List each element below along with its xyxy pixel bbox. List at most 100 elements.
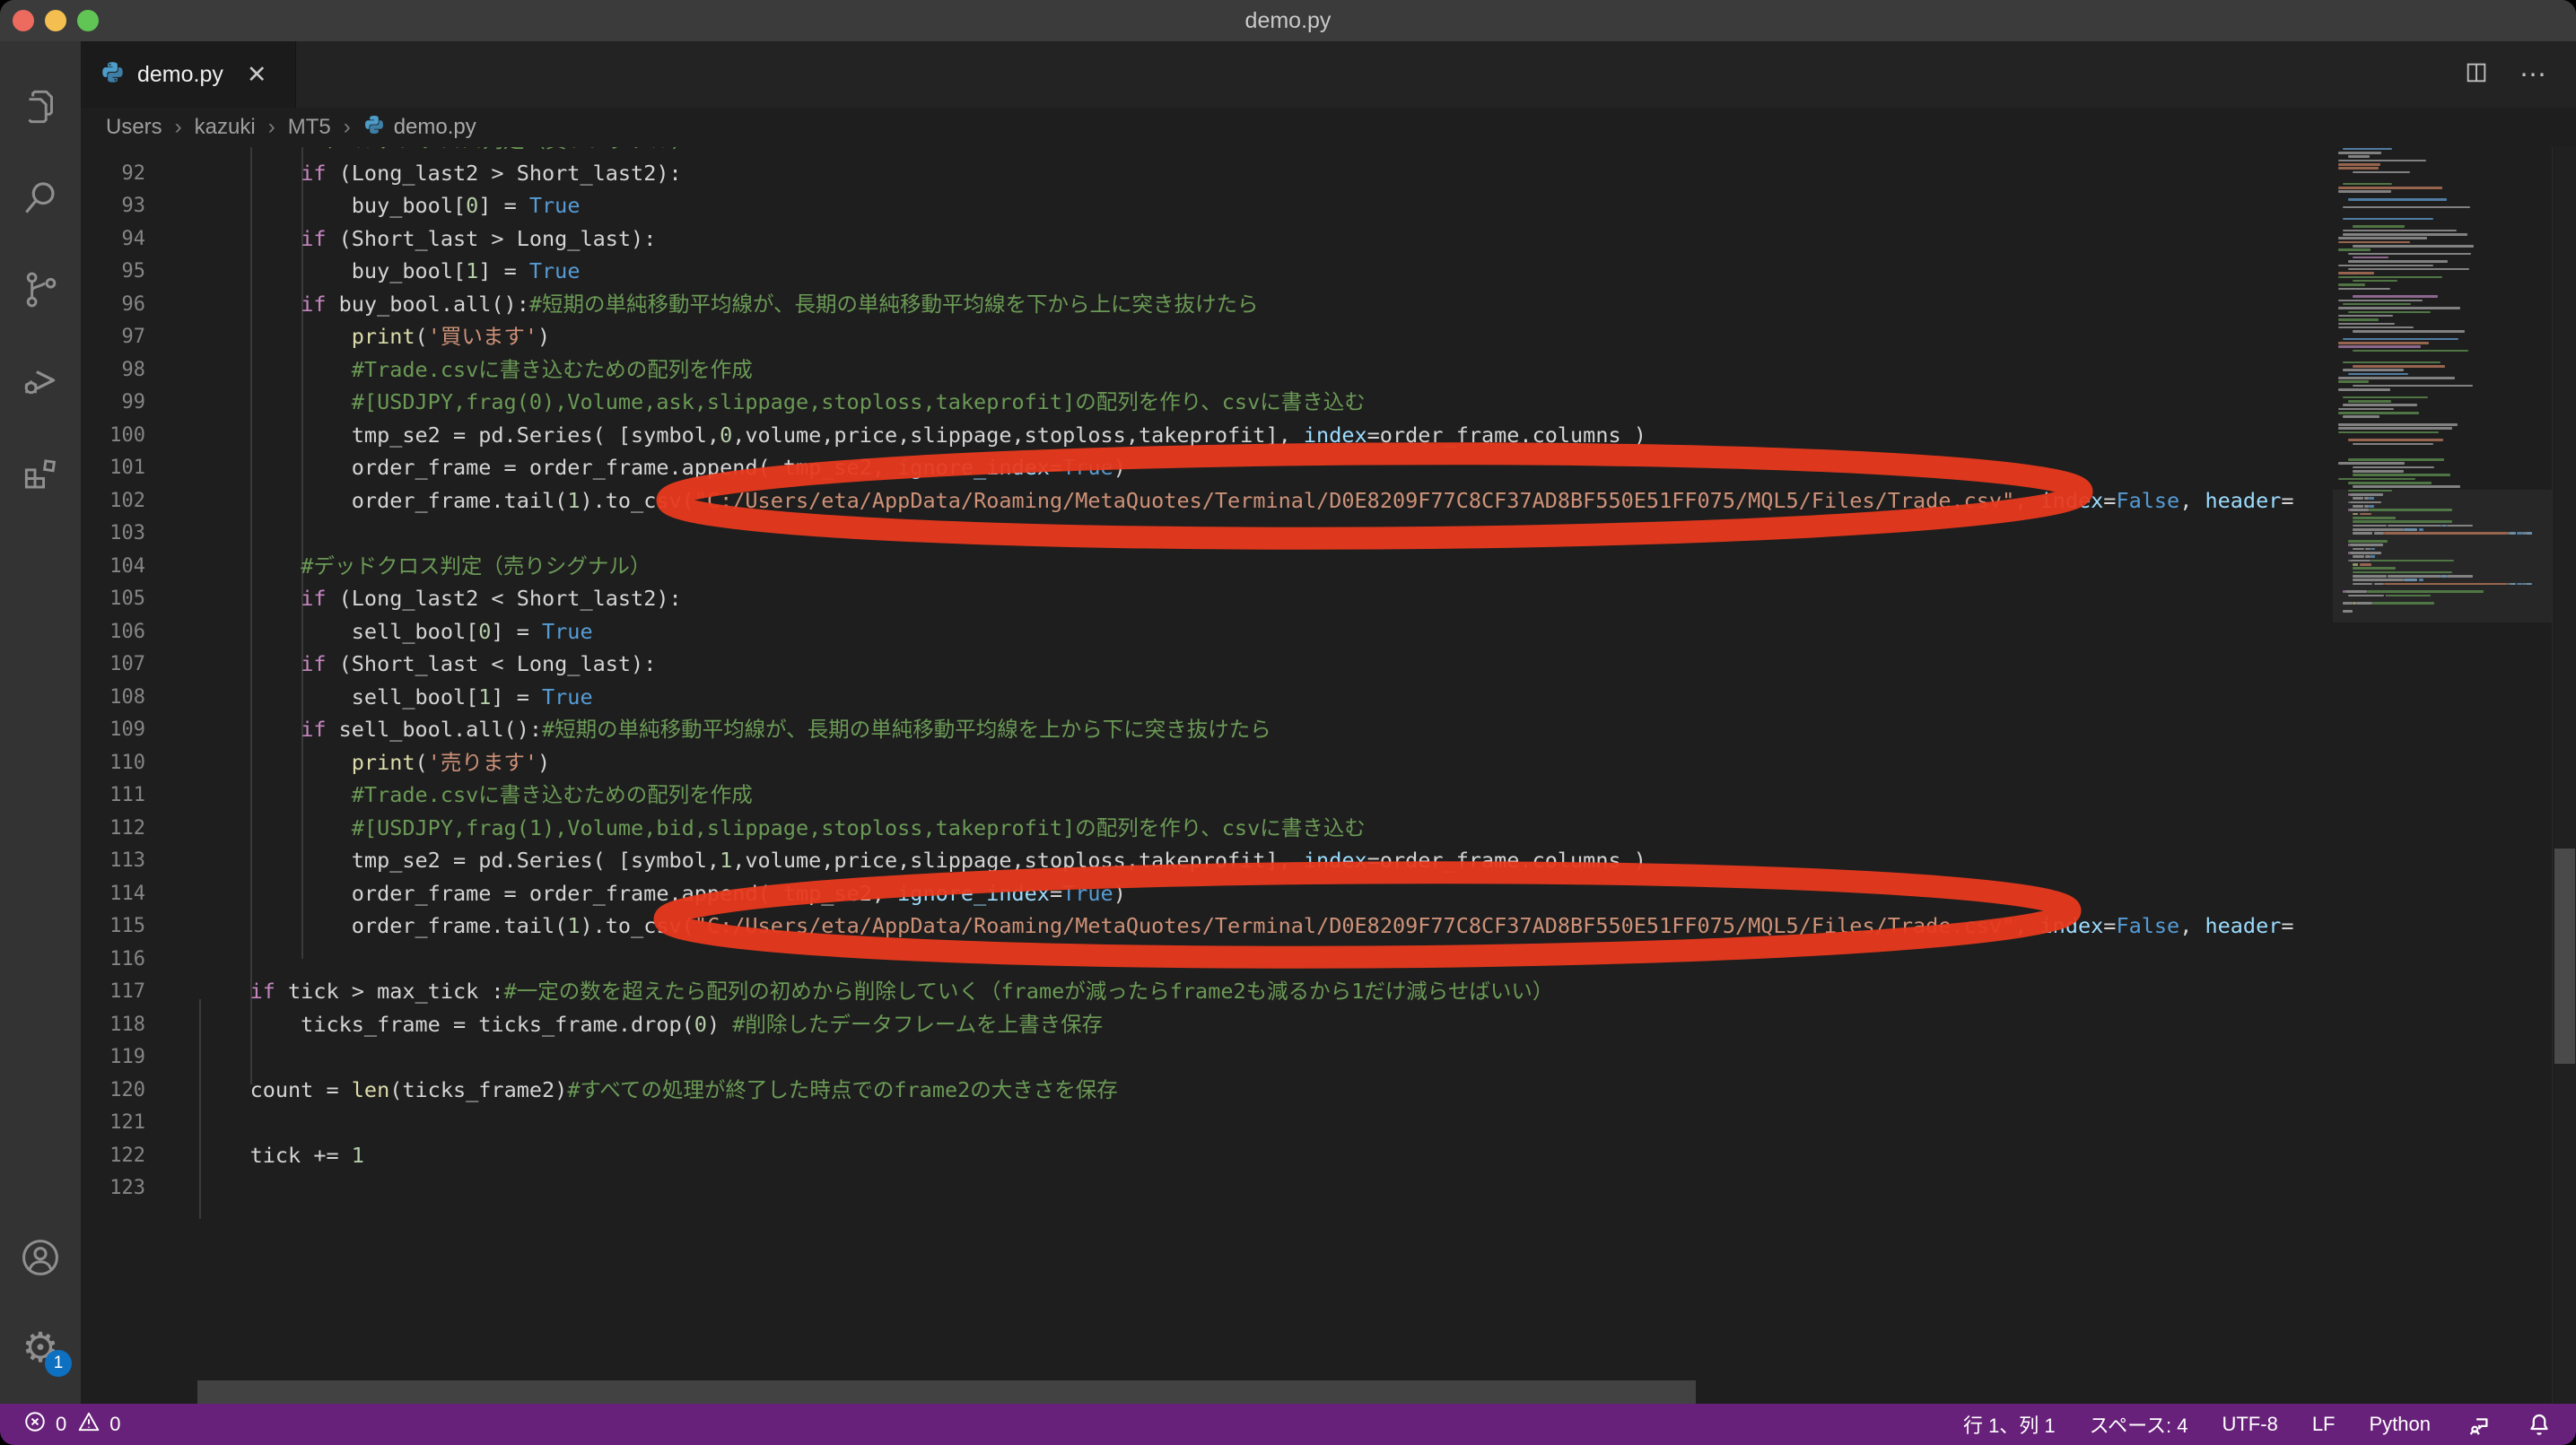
notifications-bell-icon[interactable]: [2526, 1411, 2553, 1438]
minimap-line: [2369, 497, 2373, 500]
sidebar-item-explorer[interactable]: [16, 84, 65, 133]
minimap-line: [2353, 517, 2396, 519]
breadcrumb-segment-mt5[interactable]: MT5: [288, 115, 331, 140]
line-number: 108: [81, 681, 145, 714]
more-actions-icon[interactable]: ⋯: [2519, 59, 2549, 91]
minimap-line: [2338, 431, 2439, 434]
code-line: order_frame = order_frame.append( tmp_se…: [199, 877, 1126, 910]
minimap-line: [2350, 560, 2370, 562]
minimap-line: [2338, 412, 2419, 414]
code-line: #デッドクロス判定（売りシグナル）: [199, 550, 651, 583]
minimap-line: [2338, 300, 2423, 302]
minimap-line: [2343, 218, 2432, 221]
code-line: sell_bool[1] = True: [199, 681, 593, 714]
horizontal-scrollbar-thumb[interactable]: [197, 1380, 1696, 1404]
minimap-line: [2353, 513, 2359, 516]
minimap-line: [2384, 532, 2507, 535]
line-number: 121: [81, 1106, 145, 1139]
problems-errors[interactable]: 0: [23, 1410, 66, 1439]
activity-bar: ⚙ 1: [0, 41, 81, 1404]
minimap-line: [2353, 563, 2359, 566]
line-number: 117: [81, 975, 145, 1008]
line-number: 92: [81, 157, 145, 190]
minimap-line: [2338, 187, 2442, 189]
breadcrumb-file[interactable]: demo.py: [363, 114, 476, 142]
minimap-line: [2447, 525, 2473, 527]
line-number: 109: [81, 713, 145, 746]
breadcrumb-file-label: demo.py: [394, 115, 476, 140]
line-number: 113: [81, 844, 145, 877]
minimap-line: [2371, 560, 2454, 562]
line-number: 111: [81, 779, 145, 812]
minimap-line: [2374, 583, 2385, 586]
code-line: #ゴールデンクロス判定（買いシグナル）: [199, 147, 693, 157]
code-editor[interactable]: 9192939495969798991001011021031041051061…: [81, 147, 2576, 1404]
code-line: sell_bool[0] = True: [199, 615, 593, 649]
minimap-line: [2353, 575, 2387, 578]
minimap-line: [2441, 525, 2448, 527]
error-count: 0: [56, 1413, 66, 1436]
code-line: order_frame.tail(1).to_csv("C:/Users/eta…: [199, 910, 2294, 943]
language-mode[interactable]: Python: [2370, 1413, 2432, 1436]
vertical-scrollbar-thumb[interactable]: [2554, 849, 2575, 1064]
sidebar-item-extensions[interactable]: [16, 450, 65, 499]
minimap-line: [2360, 513, 2371, 516]
vertical-scrollbar[interactable]: [2552, 147, 2576, 1404]
python-file-icon: [100, 60, 125, 89]
minimap-line: [2388, 525, 2441, 527]
tab-demo-py[interactable]: demo.py ✕: [81, 41, 296, 108]
minimap-line: [2356, 602, 2372, 605]
code-line: #Trade.csvに書き込むための配列を作成: [199, 353, 753, 387]
sidebar-item-source-control[interactable]: [16, 267, 65, 316]
minimap-line: [2353, 385, 2473, 387]
horizontal-scrollbar[interactable]: [81, 1380, 2471, 1404]
line-number: 102: [81, 484, 145, 518]
minimap-line: [2343, 148, 2392, 151]
minimap-line: [2338, 377, 2455, 379]
encoding[interactable]: UTF-8: [2222, 1413, 2277, 1436]
sidebar-item-search[interactable]: [16, 176, 65, 224]
code-line: if (Long_last2 < Short_last2):: [199, 582, 682, 615]
account-button[interactable]: [16, 1235, 65, 1284]
minimap-line: [2348, 490, 2393, 492]
split-editor-icon[interactable]: [2464, 60, 2489, 90]
breadcrumb-segment-kazuki[interactable]: kazuki: [195, 115, 256, 140]
problems-warnings[interactable]: 0: [77, 1410, 120, 1439]
line-number: 123: [81, 1171, 145, 1205]
minimap[interactable]: [2333, 147, 2552, 1404]
warning-count: 0: [109, 1413, 120, 1436]
minimap-line: [2419, 528, 2423, 531]
minimap-line: [2353, 567, 2396, 570]
files-icon: [18, 84, 63, 134]
settings-button[interactable]: ⚙ 1: [16, 1323, 65, 1371]
indentation[interactable]: スペース: 4: [2090, 1410, 2188, 1439]
tab-close-icon[interactable]: ✕: [247, 61, 267, 89]
minimap-line: [2350, 509, 2369, 511]
minimap-line: [2388, 595, 2430, 597]
line-number: 112: [81, 812, 145, 845]
line-number: 93: [81, 189, 145, 222]
minimap-line: [2353, 365, 2445, 368]
code-line: if tick > max_tick :#一定の数を超えたら配列の初めから削除し…: [199, 975, 1553, 1008]
code-line: tmp_se2 = pd.Series( [symbol,0,volume,pr…: [199, 419, 1646, 452]
eol-sequence[interactable]: LF: [2312, 1413, 2336, 1436]
cursor-position[interactable]: 行 1、列 1: [1963, 1410, 2056, 1439]
minimap-line: [2343, 404, 2417, 406]
breadcrumb-segment-users[interactable]: Users: [106, 115, 162, 140]
code-line: if sell_bool.all():#短期の単純移動平均線が、長期の単純移動平…: [199, 713, 1271, 746]
minimap-line: [2338, 276, 2442, 279]
minimap-line: [2338, 163, 2380, 166]
vscode-window: demo.py ⚙ 1: [0, 0, 2576, 1445]
minimap-line: [2338, 342, 2429, 344]
minimap-line: [2367, 590, 2484, 593]
line-number: 120: [81, 1074, 145, 1107]
minimap-line: [2338, 288, 2390, 291]
minimap-line: [2526, 532, 2533, 535]
line-number: 116: [81, 943, 145, 976]
minimap-line: [2353, 571, 2453, 574]
sidebar-item-run-debug[interactable]: [16, 359, 65, 407]
feedback-icon[interactable]: [2465, 1411, 2492, 1438]
minimap-line: [2353, 245, 2474, 248]
minimap-line: [2338, 462, 2405, 465]
minimap-line: [2369, 509, 2452, 511]
